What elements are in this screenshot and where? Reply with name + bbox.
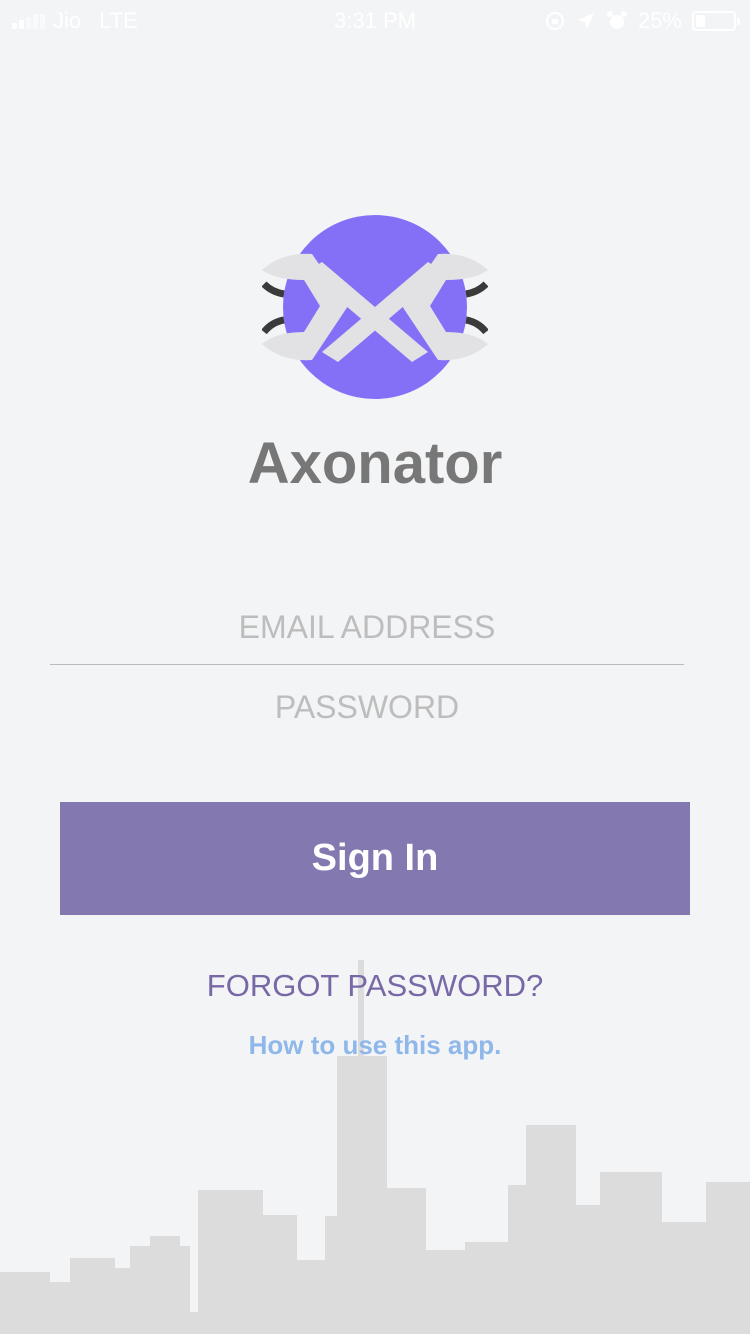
sign-in-button[interactable]: Sign In	[60, 802, 690, 915]
battery-percent: 25%	[637, 8, 682, 33]
app-title: Axonator	[247, 431, 503, 496]
email-field[interactable]	[50, 590, 684, 665]
battery-icon	[692, 11, 740, 31]
how-to-use-link[interactable]: How to use this app.	[0, 1030, 750, 1061]
alarm-icon	[606, 11, 627, 29]
battery-fill	[696, 15, 705, 27]
forgot-password-link[interactable]: FORGOT PASSWORD?	[0, 968, 750, 1004]
clock: 3:31 PM	[334, 8, 416, 33]
city-skyline-illustration	[0, 960, 750, 1334]
axonator-logo-icon	[262, 215, 488, 399]
status-bar: Jio LTE 3:31 PM 25%	[0, 0, 750, 40]
location-arrow-icon	[577, 13, 594, 29]
rotation-lock-icon	[545, 12, 564, 30]
password-field[interactable]	[50, 670, 684, 744]
